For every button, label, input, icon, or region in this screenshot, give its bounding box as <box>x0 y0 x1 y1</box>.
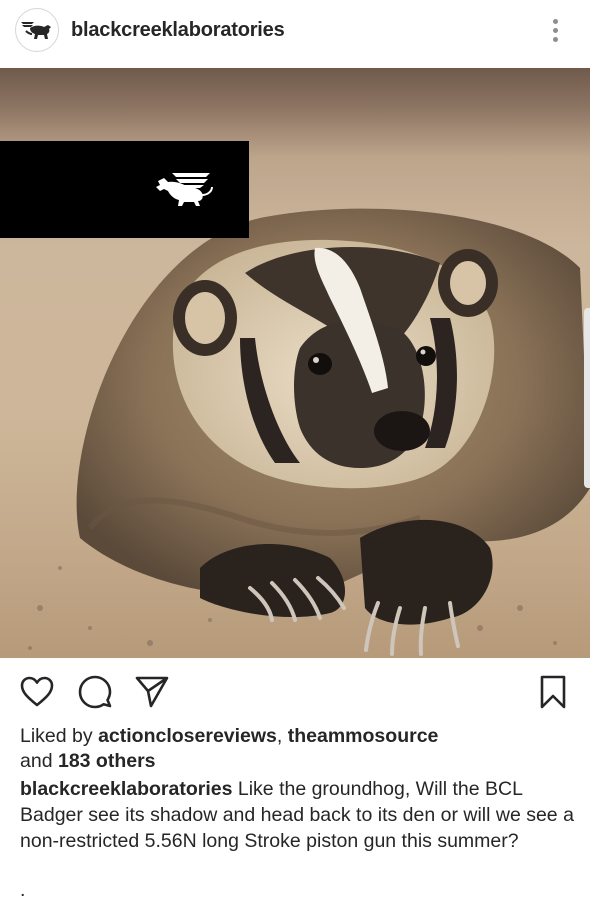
post-username[interactable]: blackcreeklaboratories <box>71 19 285 42</box>
post-header: blackcreeklaboratories <box>0 0 590 66</box>
save-button[interactable] <box>535 674 571 710</box>
watermark-logo-box <box>0 141 249 238</box>
more-options-button[interactable] <box>544 14 566 46</box>
side-edge-handle[interactable] <box>584 308 590 488</box>
griffin-logo-icon <box>156 173 213 206</box>
likes-separator: , <box>276 725 283 747</box>
post-actions <box>0 660 590 722</box>
comment-button[interactable] <box>77 674 113 710</box>
like-button[interactable] <box>19 674 55 710</box>
heart-icon <box>20 676 54 707</box>
likes-and: and <box>20 750 53 772</box>
post-image[interactable] <box>0 68 590 658</box>
more-vertical-icon-dot <box>552 18 558 24</box>
more-vertical-icon-dot <box>552 36 558 42</box>
caption-trailing-text: . <box>20 879 26 900</box>
profile-avatar[interactable] <box>15 8 59 52</box>
caption-username[interactable]: blackcreeklaboratories <box>20 778 232 800</box>
griffin-logo-icon <box>21 22 51 39</box>
comment-icon <box>78 675 112 709</box>
liked-by-user-link[interactable]: actionclosereviews <box>98 725 277 747</box>
liked-by-user-link[interactable]: theammosource <box>288 725 439 747</box>
more-vertical-icon-dot <box>552 27 558 33</box>
share-button[interactable] <box>134 674 170 710</box>
post-caption: blackcreeklaboratories Like the groundho… <box>20 776 575 854</box>
bookmark-icon <box>540 675 566 709</box>
likes-prefix: Liked by <box>20 725 93 747</box>
likes-summary: Liked by actionclosereviews, theammosour… <box>20 724 575 774</box>
send-icon <box>135 676 169 708</box>
likes-count-link[interactable]: 183 others <box>58 750 156 772</box>
